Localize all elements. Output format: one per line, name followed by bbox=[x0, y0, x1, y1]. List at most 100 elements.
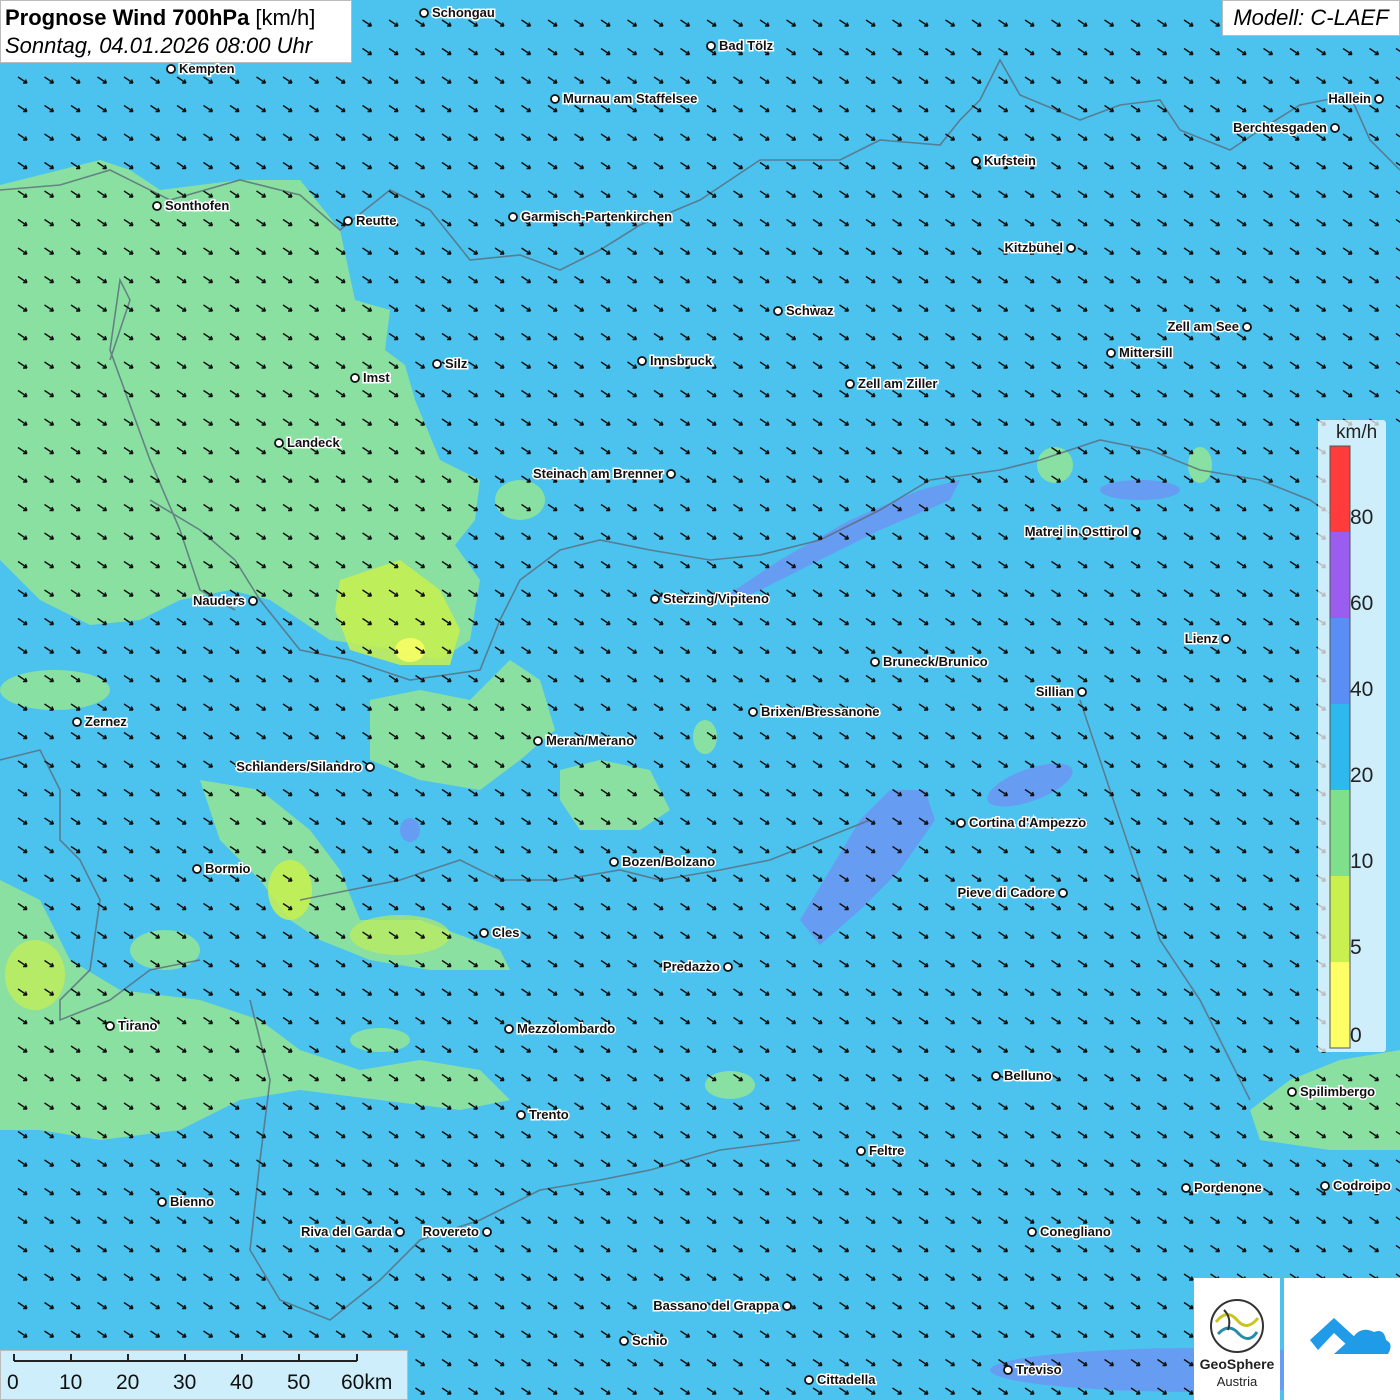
legend-label-5: 5 bbox=[1350, 936, 1362, 959]
city-label: Zernez bbox=[85, 714, 127, 729]
city-label: Kempten bbox=[179, 61, 235, 76]
city-marker[interactable] bbox=[1027, 1227, 1037, 1237]
scale-label-0: 0 bbox=[7, 1371, 19, 1394]
city-marker[interactable] bbox=[748, 707, 758, 717]
city-label: Conegliano bbox=[1040, 1224, 1111, 1239]
cloud-app-logo[interactable] bbox=[1284, 1278, 1400, 1400]
city-marker[interactable] bbox=[1242, 322, 1252, 332]
city-label: Hallein bbox=[1328, 91, 1371, 106]
city-label: Bormio bbox=[205, 861, 251, 876]
city-marker[interactable] bbox=[479, 928, 489, 938]
city-marker[interactable] bbox=[1181, 1183, 1191, 1193]
city-marker[interactable] bbox=[152, 201, 162, 211]
city-marker[interactable] bbox=[637, 356, 647, 366]
city-marker[interactable] bbox=[1003, 1365, 1013, 1375]
city-label: Codroipo bbox=[1333, 1178, 1391, 1193]
city-marker[interactable] bbox=[550, 94, 560, 104]
wind-forecast-map[interactable]: Schongau Bad Tölz Kempten Murnau am Staffel… bbox=[0, 0, 1400, 1400]
city-marker[interactable] bbox=[804, 1375, 814, 1385]
city-marker[interactable] bbox=[1221, 634, 1231, 644]
city-marker[interactable] bbox=[248, 596, 258, 606]
city-label: Cortina d'Ampezzo bbox=[969, 815, 1086, 830]
scale-bar-ruler bbox=[13, 1354, 358, 1362]
city-marker[interactable] bbox=[350, 373, 360, 383]
city-marker[interactable] bbox=[1077, 687, 1087, 697]
city-marker[interactable] bbox=[504, 1024, 514, 1034]
wind-zone-10-20-patch-1 bbox=[0, 670, 110, 710]
city-label: Nauders bbox=[193, 593, 245, 608]
city-label: Murnau am Staffelsee bbox=[563, 91, 697, 106]
scale-label-40: 40 bbox=[230, 1371, 254, 1394]
wind-zone-40-60-east bbox=[1100, 480, 1180, 500]
city-label: Rovereto bbox=[423, 1224, 479, 1239]
city-marker[interactable] bbox=[971, 156, 981, 166]
city-marker[interactable] bbox=[706, 41, 716, 51]
city-marker[interactable] bbox=[419, 8, 429, 18]
city-marker[interactable] bbox=[533, 736, 543, 746]
city-marker[interactable] bbox=[274, 438, 284, 448]
city-marker[interactable] bbox=[1330, 123, 1340, 133]
geosphere-logo[interactable]: GeoSphere Austria bbox=[1194, 1278, 1280, 1400]
city-marker[interactable] bbox=[72, 717, 82, 727]
city-marker[interactable] bbox=[991, 1071, 1001, 1081]
city-marker[interactable] bbox=[432, 359, 442, 369]
model-label: Modell: C-LAEF bbox=[1222, 0, 1400, 36]
city-marker[interactable] bbox=[395, 1227, 405, 1237]
city-label: Cles bbox=[492, 925, 519, 940]
city-marker[interactable] bbox=[870, 657, 880, 667]
city-marker[interactable] bbox=[482, 1227, 492, 1237]
city-label: Schio bbox=[632, 1333, 667, 1348]
legend-label-60: 60 bbox=[1350, 592, 1374, 615]
city-label: Bienno bbox=[170, 1194, 214, 1209]
city-marker[interactable] bbox=[343, 216, 353, 226]
legend-band-80 bbox=[1330, 446, 1350, 532]
city-label: Sonthofen bbox=[165, 198, 229, 213]
city-marker[interactable] bbox=[166, 64, 176, 74]
city-marker[interactable] bbox=[1058, 888, 1068, 898]
city-label: Meran/Merano bbox=[546, 733, 634, 748]
city-marker[interactable] bbox=[956, 818, 966, 828]
city-label: Bozen/Bolzano bbox=[622, 854, 715, 869]
city-marker[interactable] bbox=[365, 762, 375, 772]
city-label: Bruneck/Brunico bbox=[883, 654, 988, 669]
city-marker[interactable] bbox=[105, 1021, 115, 1031]
scale-label-50: 50 bbox=[287, 1371, 311, 1394]
city-label: Sterzing/Vipiteno bbox=[663, 591, 769, 606]
legend-label-0: 0 bbox=[1350, 1024, 1362, 1047]
city-marker[interactable] bbox=[157, 1197, 167, 1207]
city-label: Reutte bbox=[356, 213, 396, 228]
scale-label-20: 20 bbox=[116, 1371, 140, 1394]
city-label: Zell am See bbox=[1167, 319, 1239, 334]
city-marker[interactable] bbox=[666, 469, 676, 479]
city-marker[interactable] bbox=[192, 864, 202, 874]
legend-band-60 bbox=[1330, 532, 1350, 618]
legend-label-10: 10 bbox=[1350, 850, 1374, 873]
city-marker[interactable] bbox=[723, 962, 733, 972]
forecast-datetime: Sonntag, 04.01.2026 08:00 Uhr bbox=[5, 33, 313, 58]
wind-zone-10-20-patch-7 bbox=[495, 480, 545, 520]
city-marker[interactable] bbox=[773, 306, 783, 316]
city-label: Pordenone bbox=[1194, 1180, 1262, 1195]
map-title: Prognose Wind 700hPa [km/h] bbox=[5, 4, 347, 32]
city-marker[interactable] bbox=[1374, 94, 1384, 104]
city-label: Cittadella bbox=[817, 1372, 876, 1387]
city-marker[interactable] bbox=[516, 1110, 526, 1120]
city-marker[interactable] bbox=[1320, 1181, 1330, 1191]
city-marker[interactable] bbox=[619, 1336, 629, 1346]
city-marker[interactable] bbox=[856, 1146, 866, 1156]
color-legend: km/h 80 60 40 20 10 5 0 bbox=[1318, 420, 1386, 1052]
city-marker[interactable] bbox=[1287, 1087, 1297, 1097]
city-label: Riva del Garda bbox=[301, 1224, 393, 1239]
city-label: Bassano del Grappa bbox=[653, 1298, 779, 1313]
city-marker[interactable] bbox=[650, 594, 660, 604]
city-label: Lienz bbox=[1185, 631, 1219, 646]
city-marker[interactable] bbox=[609, 857, 619, 867]
city-marker[interactable] bbox=[1106, 348, 1116, 358]
city-marker[interactable] bbox=[845, 379, 855, 389]
city-marker[interactable] bbox=[508, 212, 518, 222]
city-label: Innsbruck bbox=[650, 353, 713, 368]
geosphere-logo-line2: Austria bbox=[1216, 1374, 1258, 1389]
city-marker[interactable] bbox=[782, 1301, 792, 1311]
city-marker[interactable] bbox=[1066, 243, 1076, 253]
city-marker[interactable] bbox=[1131, 527, 1141, 537]
